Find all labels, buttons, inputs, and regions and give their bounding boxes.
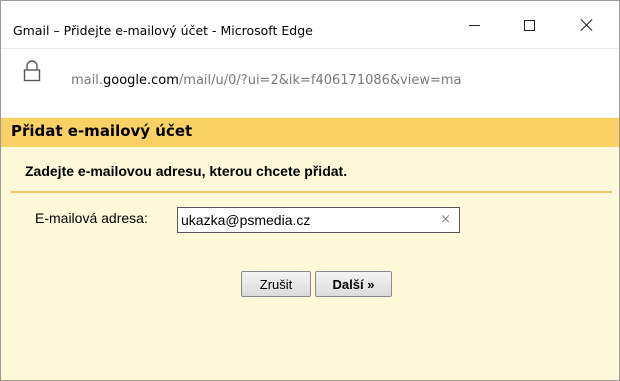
- next-button[interactable]: Další »: [315, 271, 392, 297]
- lock-icon: [23, 60, 41, 82]
- address-bar[interactable]: mail.google.com/mail/u/0/?ui=2&ik=f40617…: [1, 49, 619, 117]
- window-title: Gmail – Přidejte e-mailový účet - Micros…: [13, 23, 313, 38]
- minimize-button[interactable]: [451, 9, 497, 41]
- cancel-button[interactable]: Zrušit: [241, 271, 311, 297]
- dialog-prompt: Zadejte e-mailovou adresu, kterou chcete…: [25, 163, 348, 179]
- url-path: /mail/u/0/?ui=2&ik=f406171086&view=ma: [178, 73, 462, 88]
- dialog-body: Zadejte e-mailovou adresu, kterou chcete…: [1, 147, 619, 380]
- browser-window: Gmail – Přidejte e-mailový účet - Micros…: [0, 0, 620, 381]
- url-prefix: mail.: [71, 73, 103, 88]
- divider: [11, 191, 612, 193]
- close-icon: [580, 18, 594, 32]
- email-field[interactable]: ×: [177, 207, 460, 233]
- clear-icon[interactable]: ×: [440, 212, 451, 227]
- title-bar: Gmail – Přidejte e-mailový účet - Micros…: [1, 1, 619, 49]
- email-input[interactable]: [181, 210, 431, 230]
- url-text[interactable]: mail.google.com/mail/u/0/?ui=2&ik=f40617…: [71, 73, 462, 88]
- url-domain: google.com: [103, 73, 179, 88]
- maximize-button[interactable]: [506, 9, 552, 41]
- dialog-title: Přidat e-mailový účet: [11, 122, 193, 140]
- email-label: E-mailová adresa:: [35, 210, 148, 226]
- minimize-icon: [468, 24, 480, 26]
- dialog-header: Přidat e-mailový účet: [1, 118, 619, 147]
- close-button[interactable]: [564, 9, 610, 41]
- maximize-icon: [523, 19, 535, 31]
